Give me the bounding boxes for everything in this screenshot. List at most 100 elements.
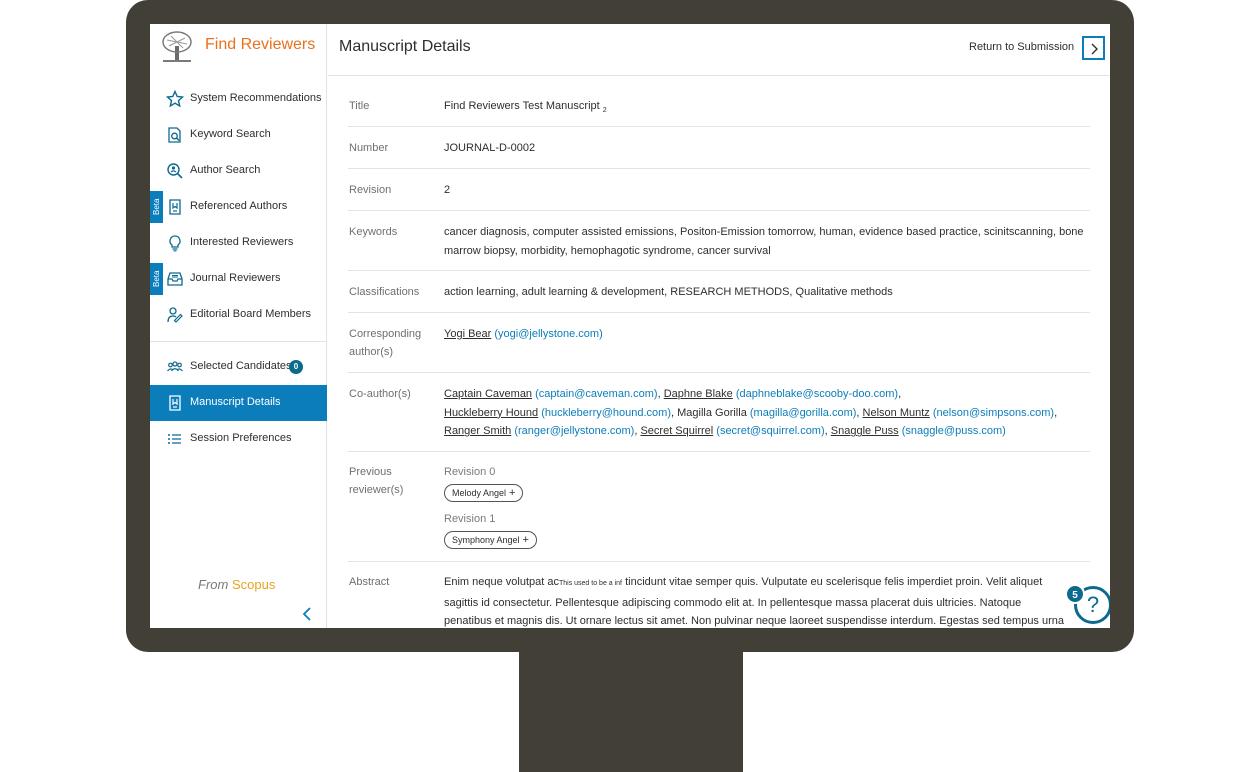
- author-email-link[interactable]: (daphneblake@scooby-doo.com): [736, 388, 898, 400]
- detail-value: Find Reviewers Test Manuscript 2: [444, 97, 1090, 121]
- sidebar-item-label: Manuscript Details: [190, 396, 281, 408]
- detail-label: Revision: [349, 184, 392, 196]
- sidebar-item-label: Author Search: [190, 164, 261, 176]
- detail-row-revision: Revision 2: [348, 169, 1090, 211]
- elsevier-tree-logo-icon: [162, 31, 192, 62]
- sidebar-divider: [150, 341, 327, 342]
- sidebar-item-label: System Recommendations: [190, 92, 322, 104]
- selected-count-badge: 0: [289, 360, 303, 374]
- from-scopus-logo: From Scopus: [198, 577, 275, 592]
- magnifier-person-icon: [167, 163, 183, 179]
- author-name-link[interactable]: Snaggle Puss: [831, 425, 899, 437]
- screen: Find Reviewers System Recommendations Ke…: [150, 24, 1110, 628]
- beta-badge: Beta: [150, 191, 163, 223]
- detail-value: JOURNAL-D-0002: [444, 142, 536, 154]
- detail-row-previous-reviewers: Previous reviewer(s) Revision 0 Melody A…: [348, 452, 1090, 562]
- author-name-link[interactable]: Secret Squirrel: [640, 425, 713, 437]
- detail-row-abstract: Abstract Enim neque volutpat acThis used…: [348, 562, 1090, 628]
- lightbulb-icon: [169, 235, 181, 252]
- reviewer-chip-label: Melody Angel: [452, 487, 507, 498]
- sidebar-item-selected-candidates[interactable]: Selected Candidates 0: [150, 349, 327, 385]
- author-email-link[interactable]: (yogi@jellystone.com): [494, 328, 602, 340]
- revision-label: Revision 1: [444, 513, 496, 526]
- sidebar-item-label: Editorial Board Members: [190, 308, 312, 320]
- app-title: Find Reviewers: [205, 36, 316, 53]
- author-email-link[interactable]: (secret@squirrel.com): [716, 425, 824, 437]
- detail-row-classifications: Classifications action learning, adult l…: [348, 271, 1090, 313]
- scopus-label: Scopus: [231, 577, 276, 592]
- author-name-link[interactable]: Ranger Smith: [444, 425, 511, 437]
- author-email-link[interactable]: (snaggle@puss.com): [902, 425, 1006, 437]
- main-panel: Manuscript Details Return to Submission …: [328, 24, 1110, 628]
- author-name-link[interactable]: Daphne Blake: [664, 388, 733, 400]
- author-name-link[interactable]: Huckleberry Hound: [444, 407, 538, 419]
- detail-row-keywords: Keywords cancer diagnosis, computer assi…: [348, 211, 1090, 271]
- sidebar-item-system-recommendations[interactable]: System Recommendations: [150, 81, 327, 117]
- sidebar: Find Reviewers System Recommendations Ke…: [150, 24, 327, 628]
- sidebar-item-label: Referenced Authors: [190, 200, 288, 212]
- detail-label: Keywords: [349, 226, 398, 238]
- referenced-document-icon: [169, 199, 181, 215]
- help-notification-badge: 5: [1065, 584, 1085, 604]
- sidebar-item-label: Interested Reviewers: [190, 236, 294, 248]
- author-email-link[interactable]: (nelson@simpsons.com): [933, 407, 1054, 419]
- detail-row-title: Title Find Reviewers Test Manuscript 2: [348, 84, 1090, 127]
- page-header: Manuscript Details Return to Submission: [328, 24, 1110, 76]
- author-email-link[interactable]: (huckleberry@hound.com): [541, 407, 671, 419]
- reviewer-chip[interactable]: Symphony Angel +: [444, 531, 537, 550]
- sidebar-item-keyword-search[interactable]: Keyword Search: [150, 117, 327, 153]
- detail-value: action learning, adult learning & develo…: [444, 286, 893, 298]
- sidebar-item-label: Journal Reviewers: [190, 272, 281, 284]
- sidebar-item-session-preferences[interactable]: Session Preferences: [150, 421, 327, 457]
- author-email-link[interactable]: (ranger@jellystone.com): [514, 425, 634, 437]
- author-name-link[interactable]: Captain Caveman: [444, 388, 532, 400]
- detail-label: Co-author(s): [349, 388, 411, 400]
- manuscript-title-sub: 2: [602, 107, 607, 115]
- detail-value: 2: [444, 184, 451, 196]
- reviewer-chip[interactable]: Melody Angel +: [444, 483, 524, 502]
- detail-label: Classifications: [349, 286, 420, 298]
- star-icon: [166, 90, 184, 108]
- sidebar-item-label: Keyword Search: [190, 128, 271, 140]
- sidebar-item-referenced-authors[interactable]: Beta Referenced Authors: [150, 189, 327, 225]
- detail-label: Corresponding author(s): [349, 328, 422, 358]
- sidebar-item-editorial-board-members[interactable]: Editorial Board Members: [150, 297, 327, 333]
- manuscript-details-list: Title Find Reviewers Test Manuscript 2 N…: [348, 84, 1090, 628]
- detail-row-number: Number JOURNAL-D-0002: [348, 127, 1090, 169]
- sidebar-item-journal-reviewers[interactable]: Beta Journal Reviewers: [150, 261, 327, 297]
- sidebar-item-author-search[interactable]: Author Search: [150, 153, 327, 189]
- from-label: From: [198, 577, 229, 592]
- sidebar-item-label: Session Preferences: [190, 432, 292, 444]
- sidebar-item-manuscript-details[interactable]: Manuscript Details: [150, 385, 327, 421]
- return-to-submission-link[interactable]: Return to Submission: [969, 41, 1074, 53]
- collapse-sidebar-chevron-icon[interactable]: [300, 606, 314, 622]
- detail-label: Number: [349, 142, 389, 154]
- manuscript-title: Find Reviewers Test Manuscript: [444, 100, 600, 112]
- detail-value: Revision 0 Melody Angel + Revision 1 Symp…: [444, 463, 1090, 550]
- author-email-link[interactable]: (magilla@gorilla.com): [750, 407, 857, 419]
- detail-row-corresponding: Corresponding author(s) Yogi Bear (yogi@…: [348, 313, 1090, 373]
- sidebar-item-interested-reviewers[interactable]: Interested Reviewers: [150, 225, 327, 261]
- author-name-link[interactable]: Yogi Bear: [444, 328, 491, 340]
- beta-badge: Beta: [150, 263, 163, 295]
- person-pen-icon: [167, 307, 183, 323]
- sidebar-nav: System Recommendations Keyword Search Au…: [150, 81, 327, 457]
- detail-label: Title: [349, 100, 370, 112]
- author-name-link[interactable]: Nelson Muntz: [863, 407, 930, 419]
- author-name: Magilla Gorilla: [677, 406, 747, 419]
- document-search-icon: [168, 127, 181, 143]
- author-email-link[interactable]: (captain@caveman.com): [535, 388, 657, 400]
- detail-value: Captain Caveman (captain@caveman.com), D…: [444, 388, 1058, 438]
- revision-label: Revision 0: [444, 466, 496, 478]
- people-group-icon: [167, 361, 183, 372]
- detail-value: Enim neque volutpat acThis used to be a …: [444, 573, 1070, 628]
- detail-value: cancer diagnosis, computer assisted emis…: [444, 226, 1084, 257]
- return-to-submission-button[interactable]: [1082, 36, 1105, 60]
- detail-row-coauthors: Co-author(s) Captain Caveman (captain@ca…: [348, 373, 1090, 452]
- list-icon: [168, 434, 181, 444]
- journal-inbox-icon: [167, 272, 183, 286]
- reviewer-chip-label: Symphony Angel: [452, 535, 520, 546]
- detail-label: Previous reviewer(s): [349, 466, 404, 496]
- abstract-inline-note: This used to be a inf: [558, 580, 623, 587]
- chevron-right-icon: [1091, 43, 1098, 55]
